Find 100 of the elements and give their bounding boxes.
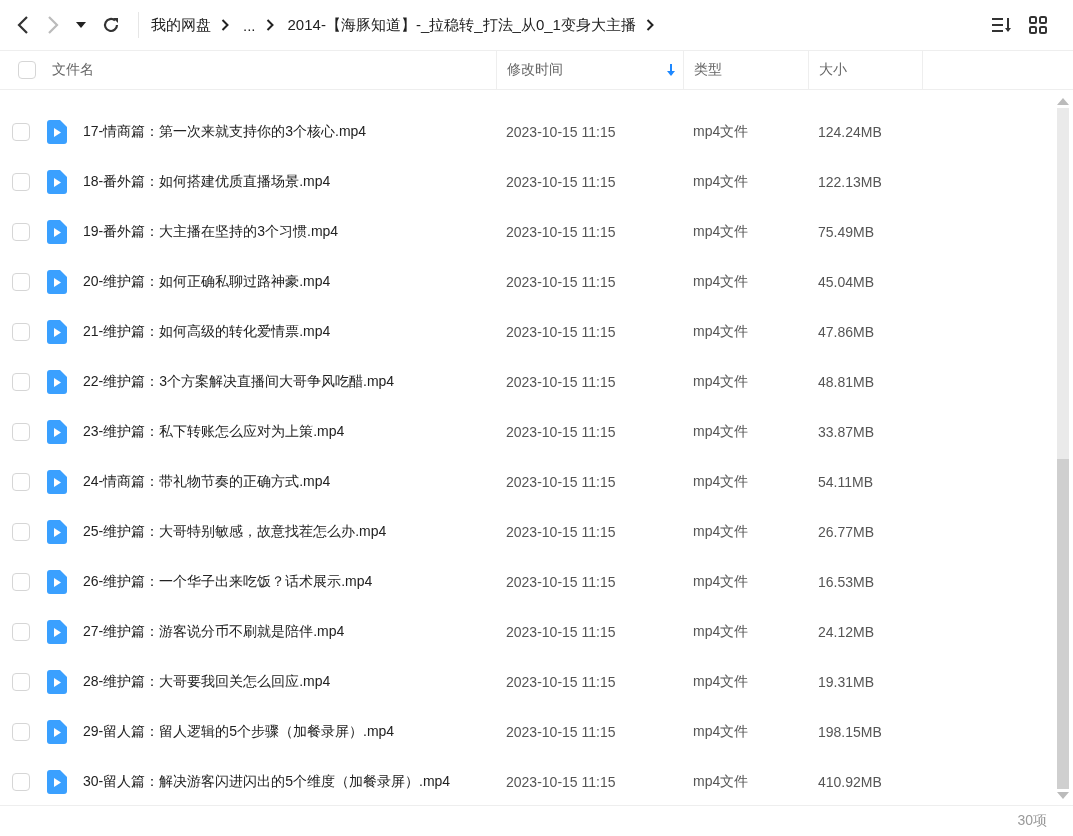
video-file-icon <box>47 320 67 344</box>
modified-time: 2023-10-15 11:15 <box>505 374 617 390</box>
file-size: 26.77MB <box>817 524 876 540</box>
row-checkbox[interactable] <box>12 723 30 741</box>
modified-time: 2023-10-15 11:15 <box>505 774 617 790</box>
file-type: mp4文件 <box>692 423 750 441</box>
modified-time: 2023-10-15 11:15 <box>505 324 617 340</box>
file-size: 16.53MB <box>817 574 876 590</box>
column-header[interactable]: 修改时间 <box>507 61 667 79</box>
column-header[interactable]: 文件名 <box>52 61 496 79</box>
modified-time: 2023-10-15 11:15 <box>505 174 617 190</box>
video-file-icon <box>47 220 67 244</box>
modified-time: 2023-10-15 11:15 <box>505 474 617 490</box>
refresh-icon <box>102 16 120 34</box>
file-size: 198.15MB <box>817 724 883 740</box>
chevron-icon <box>221 19 229 31</box>
file-type: mp4文件 <box>692 623 750 641</box>
file-size: 45.04MB <box>817 274 876 290</box>
select-all-checkbox[interactable] <box>18 61 36 79</box>
video-file-icon <box>47 570 67 594</box>
modified-time: 2023-10-15 11:15 <box>505 524 617 540</box>
row-checkbox[interactable] <box>12 223 30 241</box>
breadcrumb-item[interactable]: 2014-【海豚知道】-_拉稳转_打法_从0_1变身大主播 <box>287 15 636 35</box>
file-name[interactable]: 17-情商篇：第一次来就支持你的3个核心.mp4 <box>83 123 367 141</box>
row-checkbox[interactable] <box>12 123 30 141</box>
video-file-icon <box>47 170 67 194</box>
file-size: 19.31MB <box>817 674 876 690</box>
file-type: mp4文件 <box>692 373 750 391</box>
file-size: 410.92MB <box>817 774 883 790</box>
video-file-icon <box>47 420 67 444</box>
file-name[interactable]: 22-维护篇：3个方案解决直播间大哥争风吃醋.mp4 <box>83 373 395 391</box>
file-name[interactable]: 27-维护篇：游客说分币不刷就是陪伴.mp4 <box>83 623 345 641</box>
file-name[interactable]: 18-番外篇：如何搭建优质直播场景.mp4 <box>83 173 331 191</box>
video-file-icon <box>47 670 67 694</box>
video-file-icon <box>47 470 67 494</box>
file-size: 47.86MB <box>817 324 876 340</box>
file-type: mp4文件 <box>692 473 750 491</box>
file-name[interactable]: 30-留人篇：解决游客闪进闪出的5个维度（加餐录屏）.mp4 <box>83 773 451 791</box>
sort-icon <box>991 16 1013 34</box>
file-name[interactable]: 23-维护篇：私下转账怎么应对为上策.mp4 <box>83 423 345 441</box>
caret-down-icon <box>76 21 86 29</box>
video-file-icon <box>47 720 67 744</box>
column-header[interactable]: 大小 <box>819 61 922 79</box>
row-checkbox[interactable] <box>12 673 30 691</box>
video-file-icon <box>47 120 67 144</box>
file-name[interactable]: 21-维护篇：如何高级的转化爱情票.mp4 <box>83 323 331 341</box>
modified-time: 2023-10-15 11:15 <box>505 224 617 240</box>
scroll-up-icon[interactable] <box>1057 98 1069 105</box>
file-size: 24.12MB <box>817 624 876 640</box>
row-checkbox[interactable] <box>12 423 30 441</box>
file-size: 75.49MB <box>817 224 876 240</box>
file-size: 124.24MB <box>817 124 883 140</box>
scrollbar[interactable] <box>1057 108 1069 789</box>
file-type: mp4文件 <box>692 773 750 791</box>
row-checkbox[interactable] <box>12 173 30 191</box>
file-type: mp4文件 <box>692 273 750 291</box>
modified-time: 2023-10-15 11:15 <box>505 424 617 440</box>
file-name[interactable]: 20-维护篇：如何正确私聊过路神豪.mp4 <box>83 273 331 291</box>
video-file-icon <box>47 270 67 294</box>
file-name[interactable]: 25-维护篇：大哥特别敏感，故意找茬怎么办.mp4 <box>83 523 387 541</box>
file-name[interactable]: 28-维护篇：大哥要我回关怎么回应.mp4 <box>83 673 331 691</box>
scroll-down-icon[interactable] <box>1057 792 1069 799</box>
modified-time: 2023-10-15 11:15 <box>505 274 617 290</box>
column-header[interactable]: 类型 <box>694 61 808 79</box>
breadcrumb-item[interactable]: ... <box>243 16 256 34</box>
row-checkbox[interactable] <box>12 473 30 491</box>
video-file-icon <box>47 620 67 644</box>
file-size: 122.13MB <box>817 174 883 190</box>
grid-view-icon <box>1029 16 1047 34</box>
modified-time: 2023-10-15 11:15 <box>505 624 617 640</box>
row-checkbox[interactable] <box>12 523 30 541</box>
file-type: mp4文件 <box>692 173 750 191</box>
row-checkbox[interactable] <box>12 373 30 391</box>
file-type: mp4文件 <box>692 523 750 541</box>
file-name[interactable]: 26-维护篇：一个华子出来吃饭？话术展示.mp4 <box>83 573 373 591</box>
file-type: mp4文件 <box>692 223 750 241</box>
modified-time: 2023-10-15 11:15 <box>505 124 617 140</box>
modified-time: 2023-10-15 11:15 <box>505 574 617 590</box>
row-checkbox[interactable] <box>12 623 30 641</box>
file-type: mp4文件 <box>692 323 750 341</box>
row-checkbox[interactable] <box>12 273 30 291</box>
row-checkbox[interactable] <box>12 323 30 341</box>
file-size: 48.81MB <box>817 374 876 390</box>
row-checkbox[interactable] <box>12 773 30 791</box>
file-name[interactable]: 29-留人篇：留人逻辑的5个步骤（加餐录屏）.mp4 <box>83 723 395 741</box>
modified-time: 2023-10-15 11:15 <box>505 674 617 690</box>
video-file-icon <box>47 370 67 394</box>
file-name[interactable]: 24-情商篇：带礼物节奏的正确方式.mp4 <box>83 473 331 491</box>
row-checkbox[interactable] <box>12 573 30 591</box>
item-count: 30项 <box>1017 812 1047 830</box>
file-size: 33.87MB <box>817 424 876 440</box>
file-type: mp4文件 <box>692 673 750 691</box>
file-name[interactable]: 19-番外篇：大主播在坚持的3个习惯.mp4 <box>83 223 339 241</box>
video-file-icon <box>47 770 67 794</box>
modified-time: 2023-10-15 11:15 <box>505 724 617 740</box>
breadcrumb-item[interactable]: 我的网盘 <box>151 15 211 35</box>
file-type: mp4文件 <box>692 723 750 741</box>
chevron-icon <box>645 19 654 31</box>
chevron-icon <box>265 19 274 31</box>
file-type: mp4文件 <box>692 573 750 591</box>
